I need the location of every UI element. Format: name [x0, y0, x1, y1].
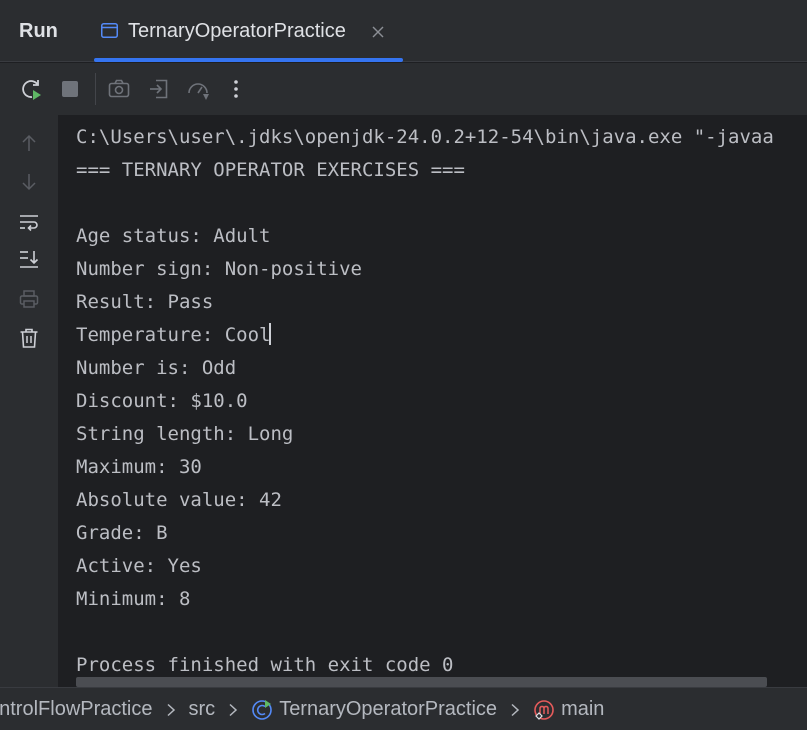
more-icon[interactable] [224, 77, 248, 101]
console-lines: C:\Users\user\.jdks\openjdk-24.0.2+12-54… [76, 121, 774, 682]
chevron-right-icon [228, 703, 238, 717]
chevron-right-icon [166, 703, 176, 717]
run-header: Run TernaryOperatorPractice [0, 0, 807, 62]
screenshot-icon[interactable] [107, 77, 131, 101]
breadcrumb-src[interactable]: src [189, 698, 216, 721]
console-side-toolbar [0, 115, 58, 687]
console-line-cursor: Temperature: Cool [76, 319, 774, 352]
rerun-icon[interactable] [20, 77, 44, 101]
text-caret [269, 323, 272, 345]
console-window-icon [101, 23, 118, 38]
tab-active-indicator [94, 58, 403, 62]
console-line: C:\Users\user\.jdks\openjdk-24.0.2+12-54… [76, 126, 774, 148]
tab-ternary-operator-practice[interactable]: TernaryOperatorPractice [94, 0, 403, 62]
console-line: String length: Long [76, 423, 294, 445]
arrow-up-icon[interactable] [17, 131, 41, 155]
console-line: Minimum: 8 [76, 588, 191, 610]
method-icon [533, 699, 555, 721]
runnable-class-icon [251, 699, 273, 721]
breadcrumb-class[interactable]: TernaryOperatorPractice [251, 698, 497, 721]
toolbar-separator [95, 73, 96, 105]
scroll-to-end-icon[interactable] [17, 247, 41, 271]
breadcrumb-class-label: TernaryOperatorPractice [279, 698, 498, 720]
console-line: Age status: Adult [76, 225, 271, 247]
tab-label: TernaryOperatorPractice [128, 20, 346, 42]
breadcrumb-project[interactable]: ontrolFlowPractice [0, 698, 153, 721]
arrow-down-icon[interactable] [17, 170, 41, 194]
chevron-right-icon [510, 703, 520, 717]
console-line: Maximum: 30 [76, 456, 202, 478]
console-line: Grade: B [76, 522, 168, 544]
console-line: Result: Pass [76, 291, 214, 313]
run-tool-window: Run TernaryOperatorPractice C:\Users\use… [0, 0, 807, 730]
horizontal-scrollbar[interactable] [76, 677, 767, 687]
run-toolbar [0, 63, 807, 115]
soft-wrap-icon[interactable] [17, 210, 41, 234]
profiler-icon[interactable] [186, 77, 210, 101]
close-icon[interactable] [372, 25, 384, 38]
console-line: === TERNARY OPERATOR EXERCISES === [76, 159, 465, 181]
print-icon[interactable] [17, 287, 41, 311]
console-line: Number is: Odd [76, 357, 237, 379]
console-line-text: Temperature: Cool [76, 324, 271, 346]
trash-icon[interactable] [17, 326, 41, 350]
exit-icon[interactable] [147, 77, 171, 101]
console-line: Number sign: Non-positive [76, 258, 362, 280]
breadcrumb-method-label: main [561, 698, 605, 720]
console-line: Active: Yes [76, 555, 202, 577]
console-line: Discount: $10.0 [76, 390, 248, 412]
navigation-bar: ontrolFlowPractice src TernaryOperatorPr… [0, 687, 807, 730]
console-line: Absolute value: 42 [76, 489, 282, 511]
run-title: Run [19, 20, 58, 42]
breadcrumb-method[interactable]: main [533, 698, 604, 721]
breadcrumb: ontrolFlowPractice src TernaryOperatorPr… [0, 698, 604, 721]
console-output[interactable]: C:\Users\user\.jdks\openjdk-24.0.2+12-54… [58, 115, 807, 687]
stop-icon[interactable] [58, 77, 82, 101]
